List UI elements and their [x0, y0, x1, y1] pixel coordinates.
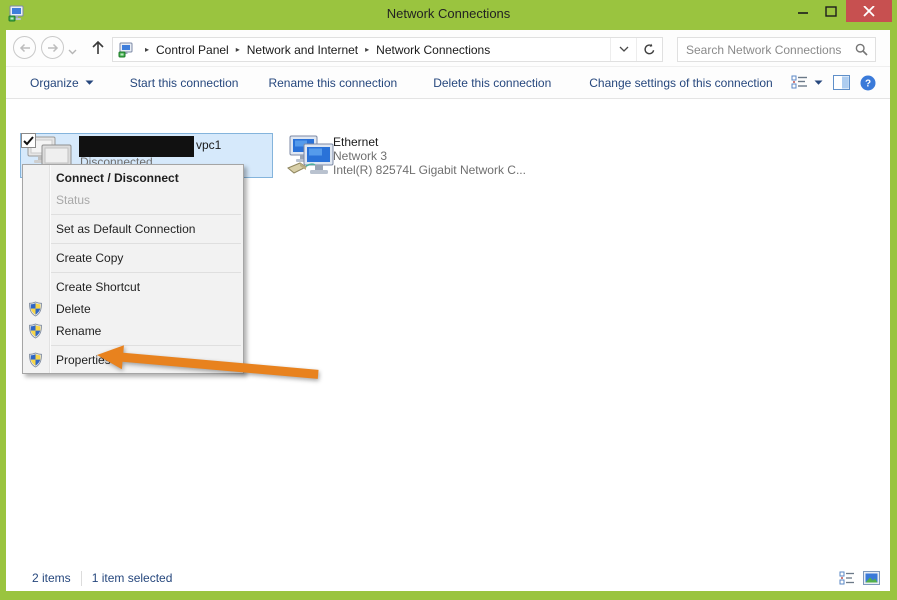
uac-shield-icon: [28, 352, 43, 368]
menu-item-delete[interactable]: Delete: [23, 298, 243, 320]
window: Network Connections: [0, 0, 897, 600]
svg-text:?: ?: [865, 78, 871, 89]
items-count: 2 items: [32, 571, 71, 585]
breadcrumb-network-and-internet[interactable]: Network and Internet: [247, 43, 358, 57]
chevron-down-icon: [68, 49, 77, 55]
back-button[interactable]: [13, 36, 36, 59]
menu-separator: [51, 214, 241, 215]
up-arrow-icon: [89, 39, 107, 57]
minimize-button[interactable]: [790, 0, 816, 22]
address-dropdown-button[interactable]: [610, 38, 636, 61]
items-view: vpc1 Disconnected: [6, 99, 890, 565]
change-settings-button[interactable]: Change settings of this connection: [589, 76, 772, 90]
breadcrumb-chevron: ▸: [229, 45, 247, 54]
back-icon: [19, 43, 31, 53]
chevron-down-icon: [619, 46, 629, 53]
change-view-button[interactable]: [791, 75, 823, 90]
recent-pages-dropdown[interactable]: [68, 44, 77, 58]
title-bar: Network Connections: [0, 0, 897, 30]
forward-button[interactable]: [41, 36, 64, 59]
menu-item-connect-disconnect[interactable]: Connect / Disconnect: [23, 167, 243, 189]
menu-item-label: Rename: [56, 324, 101, 338]
help-icon: ?: [860, 75, 876, 91]
search-icon[interactable]: [855, 43, 868, 56]
forward-icon: [47, 43, 59, 53]
menu-separator: [51, 272, 241, 273]
refresh-button[interactable]: [636, 38, 662, 61]
maximize-button[interactable]: [818, 0, 844, 22]
start-connection-button[interactable]: Start this connection: [130, 76, 239, 90]
maximize-icon: [825, 6, 837, 17]
organize-label: Organize: [30, 76, 79, 90]
network-connections-icon: [118, 42, 134, 58]
minimize-icon: [798, 6, 809, 16]
details-view-icon: [839, 571, 855, 585]
chevron-down-icon: [85, 80, 94, 86]
breadcrumb-chevron: ▸: [358, 45, 376, 54]
close-button[interactable]: [846, 0, 892, 22]
menu-item-set-default[interactable]: Set as Default Connection: [23, 218, 243, 240]
annotation-arrow: [87, 339, 337, 394]
window-title: Network Connections: [0, 6, 897, 21]
status-divider: [81, 571, 82, 586]
view-options-icon: [791, 75, 809, 90]
connection-item-ethernet[interactable]: Ethernet Network 3 Intel(R) 82574L Gigab…: [281, 133, 534, 178]
status-bar: 2 items 1 item selected: [6, 565, 890, 591]
search-input[interactable]: [678, 43, 855, 57]
large-icons-view-button[interactable]: [863, 571, 880, 585]
up-button[interactable]: [89, 39, 107, 57]
search-box: [677, 37, 876, 62]
selected-count: 1 item selected: [92, 571, 173, 585]
menu-separator: [51, 243, 241, 244]
organize-button[interactable]: Organize: [30, 76, 94, 90]
connection-device: Intel(R) 82574L Gigabit Network C...: [333, 163, 526, 177]
ethernet-network-icon: [286, 135, 334, 179]
breadcrumb-chevron: ▸: [138, 45, 156, 54]
breadcrumb-control-panel[interactable]: Control Panel: [156, 43, 229, 57]
rename-connection-button[interactable]: Rename this connection: [268, 76, 397, 90]
redacted-name: [79, 136, 194, 157]
chevron-down-icon: [814, 80, 823, 86]
address-bar[interactable]: ▸ Control Panel ▸ Network and Internet ▸…: [112, 37, 663, 62]
menu-item-create-copy[interactable]: Create Copy: [23, 247, 243, 269]
connection-name: Ethernet: [333, 135, 526, 149]
window-content: ▸ Control Panel ▸ Network and Internet ▸…: [6, 30, 890, 591]
close-icon: [863, 6, 875, 17]
preview-pane-icon: [833, 75, 850, 90]
details-view-button[interactable]: [839, 571, 855, 585]
uac-shield-icon: [28, 323, 43, 339]
item-checkbox[interactable]: [21, 133, 36, 148]
uac-shield-icon: [28, 301, 43, 317]
menu-item-create-shortcut[interactable]: Create Shortcut: [23, 276, 243, 298]
refresh-icon: [643, 43, 656, 56]
preview-pane-button[interactable]: [833, 75, 850, 90]
menu-item-label: Delete: [56, 302, 91, 316]
connection-name: vpc1: [196, 138, 221, 152]
menu-item-status: Status: [23, 189, 243, 211]
breadcrumb-network-connections[interactable]: Network Connections: [376, 43, 490, 57]
help-button[interactable]: ?: [860, 75, 876, 91]
command-bar: Organize Start this connection Rename th…: [6, 66, 890, 99]
check-icon: [23, 136, 34, 146]
delete-connection-button[interactable]: Delete this connection: [433, 76, 551, 90]
large-icons-view-icon: [863, 571, 880, 585]
navigation-bar: ▸ Control Panel ▸ Network and Internet ▸…: [6, 30, 890, 66]
connection-network: Network 3: [333, 149, 526, 163]
